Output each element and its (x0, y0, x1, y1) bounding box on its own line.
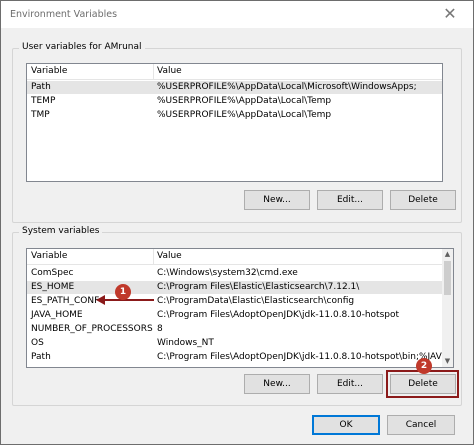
system-row-path[interactable]: Path C:\Program Files\AdoptOpenJDK\jdk-1… (27, 351, 453, 364)
system-edit-button[interactable]: Edit... (317, 374, 383, 394)
system-list-scrollbar[interactable]: ▲ ▼ (442, 249, 453, 367)
ok-button[interactable]: OK (312, 415, 380, 435)
scrollbar-thumb[interactable] (444, 261, 451, 295)
variable-value: C:\Program Files\AdoptOpenJDK\jdk-11.0.8… (157, 310, 400, 320)
variable-name: Path (31, 352, 51, 362)
column-header-variable[interactable]: Variable (31, 251, 67, 261)
user-delete-button[interactable]: Delete (390, 190, 456, 210)
window-title: Environment Variables (10, 9, 118, 20)
user-list-header: Variable Value (27, 64, 442, 80)
variable-value: 8 (157, 324, 163, 334)
variable-name: ComSpec (31, 268, 74, 278)
step-1-badge: 1 (115, 284, 131, 300)
user-new-button[interactable]: New... (244, 190, 310, 210)
variable-name: TMP (31, 110, 50, 120)
scroll-down-icon[interactable]: ▼ (442, 356, 453, 367)
column-header-variable[interactable]: Variable (31, 66, 67, 76)
cancel-button[interactable]: Cancel (387, 415, 455, 435)
variable-name: JAVA_HOME (31, 310, 83, 320)
system-row-comspec[interactable]: ComSpec C:\Windows\system32\cmd.exe (27, 267, 453, 280)
system-row-os[interactable]: OS Windows_NT (27, 337, 453, 350)
variable-name: OS (31, 338, 44, 348)
system-variables-list[interactable]: Variable Value ComSpec C:\Windows\system… (26, 248, 454, 368)
variable-name: ES_HOME (31, 282, 75, 292)
system-row-es-home[interactable]: ES_HOME C:\Program Files\Elastic\Elastic… (27, 281, 453, 294)
variable-value: Windows_NT (157, 338, 214, 348)
system-variables-label: System variables (19, 226, 103, 236)
variable-name: ES_PATH_CONF (31, 296, 100, 306)
system-row-number-of-processors[interactable]: NUMBER_OF_PROCESSORS 8 (27, 323, 453, 336)
user-edit-button[interactable]: Edit... (317, 190, 383, 210)
step-2-badge: 2 (416, 358, 432, 374)
user-row-tmp[interactable]: TMP %USERPROFILE%\AppData\Local\Temp (27, 109, 442, 122)
scroll-up-icon[interactable]: ▲ (442, 249, 453, 260)
user-variables-list[interactable]: Variable Value Path %USERPROFILE%\AppDat… (26, 63, 443, 182)
variable-value: C:\Program Files\AdoptOpenJDK\jdk-11.0.8… (157, 352, 442, 362)
variable-value: %USERPROFILE%\AppData\Local\Temp (157, 110, 332, 120)
user-row-temp[interactable]: TEMP %USERPROFILE%\AppData\Local\Temp (27, 95, 442, 108)
variable-name: TEMP (31, 96, 56, 106)
variable-value: C:\ProgramData\Elastic\Elasticsearch\con… (157, 296, 355, 306)
title-bar: Environment Variables ✕ (1, 1, 473, 28)
variable-name: NUMBER_OF_PROCESSORS (31, 324, 153, 334)
environment-variables-window: Environment Variables ✕ User variables f… (0, 0, 474, 445)
user-row-path[interactable]: Path %USERPROFILE%\AppData\Local\Microso… (27, 81, 442, 94)
user-variables-label: User variables for AMrunal (19, 42, 145, 52)
variable-value: %USERPROFILE%\AppData\Local\Temp (157, 96, 332, 106)
column-header-value[interactable]: Value (157, 251, 182, 261)
system-list-header: Variable Value (27, 249, 453, 265)
system-row-es-path-conf[interactable]: ES_PATH_CONF C:\ProgramData\Elastic\Elas… (27, 295, 453, 308)
column-header-value[interactable]: Value (157, 66, 182, 76)
close-icon[interactable]: ✕ (441, 5, 459, 23)
system-row-java-home[interactable]: JAVA_HOME C:\Program Files\AdoptOpenJDK\… (27, 309, 453, 322)
variable-value: C:\Windows\system32\cmd.exe (157, 268, 298, 278)
variable-value: %USERPROFILE%\AppData\Local\Microsoft\Wi… (157, 82, 417, 92)
variable-value: C:\Program Files\Elastic\Elasticsearch\7… (157, 282, 360, 292)
delete-highlight-box (386, 370, 459, 398)
system-new-button[interactable]: New... (244, 374, 310, 394)
variable-name: Path (31, 82, 51, 92)
column-separator[interactable] (153, 64, 154, 79)
column-separator[interactable] (153, 249, 154, 264)
